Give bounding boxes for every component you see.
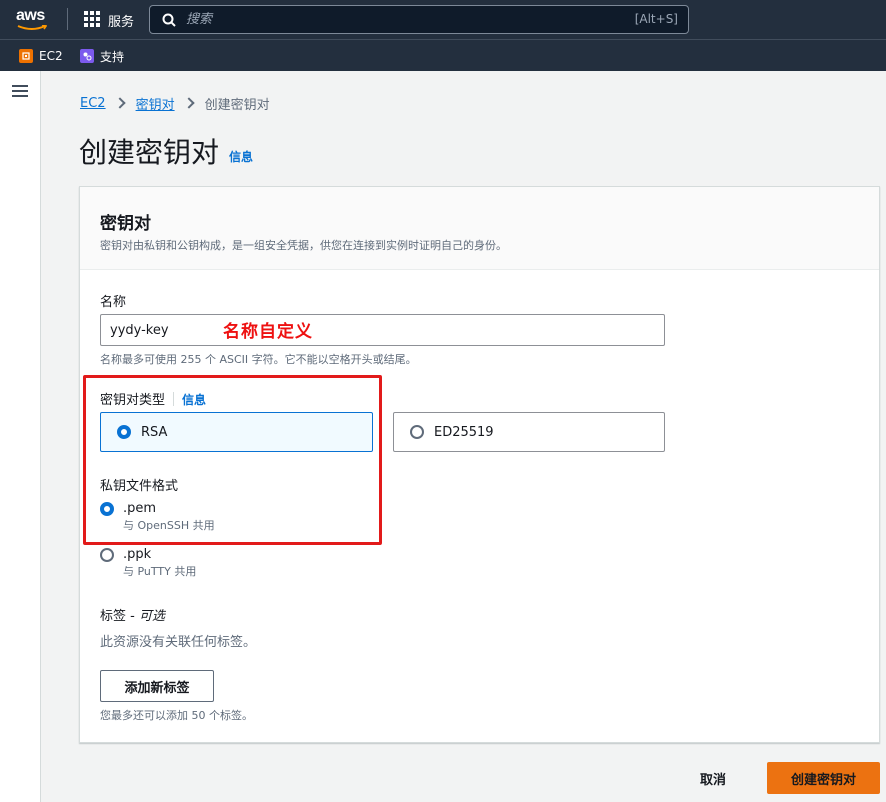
breadcrumb-key-pairs[interactable]: 密钥对 [136, 94, 175, 113]
tags-label-text: 标签 [100, 609, 127, 624]
format-pem-option[interactable]: .pem 与 OpenSSH 共用 [100, 500, 215, 534]
ec2-icon [19, 49, 33, 63]
annotation-text: 名称自定义 [223, 322, 313, 342]
favorites-bar: EC2 支持 [0, 39, 886, 71]
favorite-support[interactable]: 支持 [80, 48, 124, 64]
menu-icon[interactable] [12, 85, 28, 98]
key-type-info-link[interactable]: 信息 [182, 393, 206, 407]
tags-optional-text: 可选 [138, 609, 165, 624]
tags-label: 标签 - 可选 [100, 609, 165, 624]
aws-logo[interactable]: aws [16, 7, 50, 33]
key-pair-panel: 密钥对 密钥对由私钥和公钥构成，是一组安全凭据，供您在连接到实例时证明自己的身份… [79, 186, 880, 743]
key-type-rsa-label: RSA [141, 424, 168, 440]
breadcrumb-current: 创建密钥对 [204, 97, 270, 113]
key-type-rsa-tile[interactable]: RSA [100, 412, 373, 452]
tags-empty-text: 此资源没有关联任何标签。 [100, 635, 257, 650]
search-shortcut-hint: [Alt+S] [634, 12, 678, 26]
radio-unselected-icon[interactable] [410, 425, 424, 439]
services-grid-icon[interactable] [84, 11, 100, 27]
side-navigation-strip [0, 71, 41, 802]
name-field[interactable] [100, 314, 665, 346]
top-navigation: aws 服务 [Alt+S] [0, 0, 886, 39]
format-ppk-option[interactable]: .ppk 与 PuTTY 共用 [100, 546, 196, 580]
name-label: 名称 [100, 295, 127, 310]
chevron-right-icon [113, 97, 126, 109]
favorite-support-label: 支持 [100, 49, 125, 64]
radio-unselected-icon[interactable] [100, 548, 114, 562]
breadcrumb: EC2 密钥对 创建密钥对 [80, 94, 270, 113]
key-type-label: 密钥对类型 [100, 393, 166, 408]
chevron-right-icon [182, 97, 195, 109]
key-type-ed25519-tile[interactable]: ED25519 [393, 412, 665, 452]
favorite-ec2[interactable]: EC2 [19, 48, 63, 64]
aws-smile-icon [17, 25, 47, 30]
aws-logo-text: aws [16, 7, 45, 24]
format-pem-label: .pem [123, 501, 157, 516]
favorite-ec2-label: EC2 [39, 49, 63, 63]
search-bar: [Alt+S] [149, 5, 689, 34]
create-key-pair-button[interactable]: 创建密钥对 [767, 762, 880, 794]
panel-title: 密钥对 [100, 214, 151, 234]
separator [173, 392, 175, 406]
page-info-link[interactable]: 信息 [229, 148, 253, 165]
panel-header: 密钥对 密钥对由私钥和公钥构成，是一组安全凭据，供您在连接到实例时证明自己的身份… [80, 187, 879, 270]
format-ppk-desc: 与 PuTTY 共用 [123, 565, 197, 578]
breadcrumb-ec2[interactable]: EC2 [80, 96, 106, 111]
support-icon [80, 49, 94, 63]
cancel-button[interactable]: 取消 [700, 766, 726, 790]
search-input[interactable] [186, 9, 566, 30]
key-type-ed25519-label: ED25519 [434, 424, 494, 440]
services-menu[interactable]: 服务 [108, 11, 134, 30]
page-title: 创建密钥对 [79, 136, 220, 169]
format-pem-desc: 与 OpenSSH 共用 [123, 519, 215, 532]
name-hint: 名称最多可使用 255 个 ASCII 字符。它不能以空格开头或结尾。 [100, 353, 417, 366]
panel-description: 密钥对由私钥和公钥构成，是一组安全凭据，供您在连接到实例时证明自己的身份。 [100, 239, 507, 252]
format-label: 私钥文件格式 [100, 479, 179, 494]
tags-hint: 您最多还可以添加 50 个标签。 [100, 709, 253, 722]
radio-selected-icon[interactable] [117, 425, 131, 439]
nav-divider [67, 8, 68, 30]
add-tag-button[interactable]: 添加新标签 [100, 670, 214, 702]
radio-selected-icon[interactable] [100, 502, 114, 516]
format-ppk-label: .ppk [123, 547, 152, 562]
search-icon [162, 13, 176, 27]
key-type-label-row: 密钥对类型 信息 [100, 389, 206, 408]
